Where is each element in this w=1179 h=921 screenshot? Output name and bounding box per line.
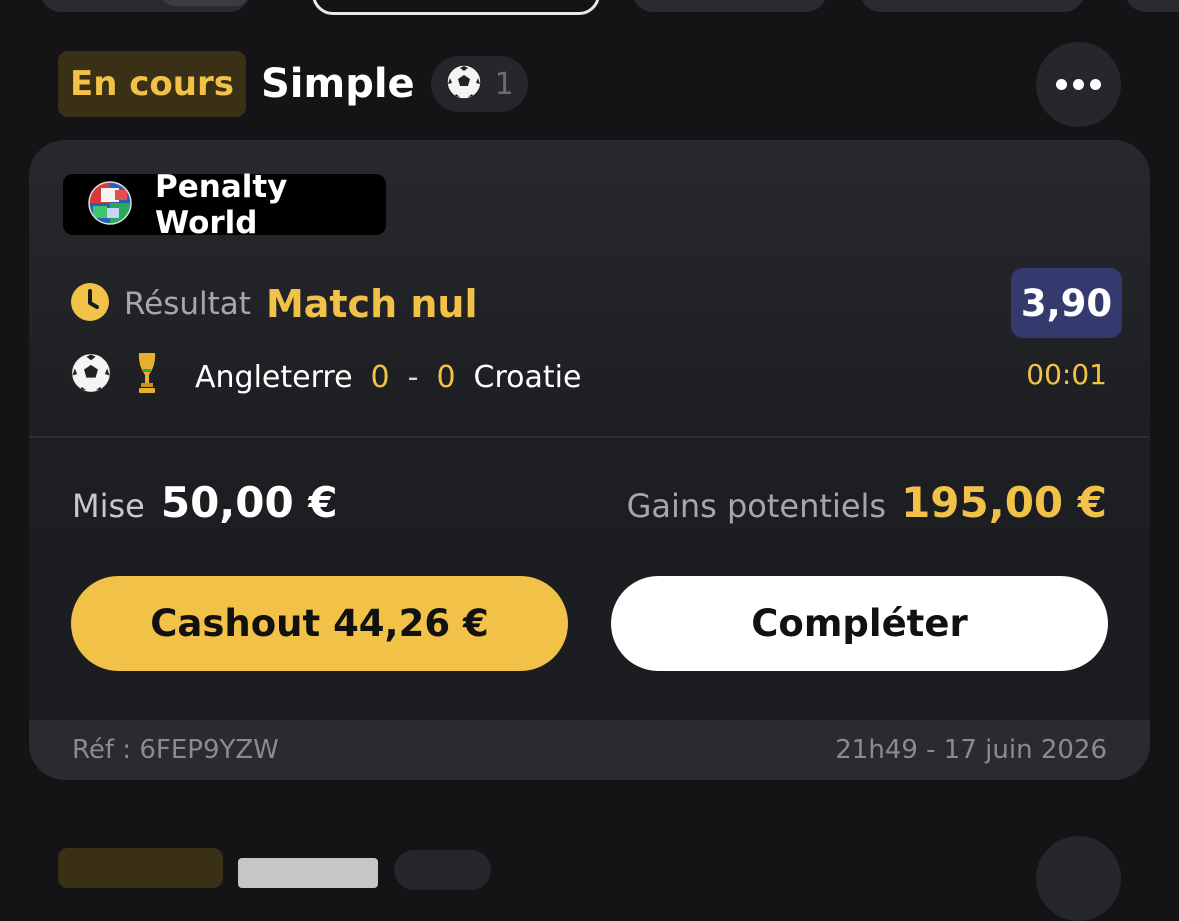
bet-reference: Réf : 6FEP9YZW bbox=[72, 735, 279, 765]
cashout-button[interactable]: Cashout 44,26 € bbox=[71, 576, 568, 671]
divider bbox=[29, 436, 1150, 438]
away-team: Croatie bbox=[473, 359, 582, 395]
stake: Mise 50,00 € bbox=[72, 478, 338, 527]
more-dot bbox=[1073, 79, 1084, 90]
next-bet-type-title bbox=[238, 848, 388, 888]
match-row: Angleterre 0 - 0 Croatie bbox=[69, 351, 582, 403]
more-options-button[interactable] bbox=[1036, 42, 1121, 127]
soccer-ball-icon bbox=[69, 351, 113, 403]
next-selection-count-pill bbox=[394, 850, 491, 890]
bet-header: En cours Simple 1 bbox=[58, 51, 528, 117]
tab-pill[interactable] bbox=[1125, 0, 1179, 12]
selection-count-pill: 1 bbox=[430, 56, 528, 112]
soccer-ball-icon bbox=[445, 63, 483, 105]
more-dot bbox=[1090, 79, 1101, 90]
bet-datetime: 21h49 - 17 juin 2026 bbox=[835, 735, 1107, 765]
match-time: 00:01 bbox=[1026, 358, 1107, 391]
bet-footer: Réf : 6FEP9YZW 21h49 - 17 juin 2026 bbox=[29, 720, 1150, 780]
stake-label: Mise bbox=[72, 487, 145, 525]
complete-button[interactable]: Compléter bbox=[611, 576, 1108, 671]
selection-row: Résultat Match nul bbox=[70, 280, 478, 328]
selection-count: 1 bbox=[494, 66, 514, 102]
score-separator: - bbox=[407, 359, 419, 395]
penalty-world-globe-icon bbox=[87, 180, 133, 230]
tab-pill-active[interactable] bbox=[312, 0, 600, 15]
home-team: Angleterre bbox=[195, 359, 353, 395]
next-status-badge bbox=[58, 848, 223, 888]
game-name: Penalty World bbox=[155, 168, 288, 241]
bet-type-title: Simple bbox=[261, 61, 415, 107]
gains-value: 195,00 € bbox=[901, 478, 1107, 527]
tab-pill[interactable] bbox=[40, 0, 250, 12]
tab-pill[interactable] bbox=[632, 0, 827, 12]
potential-gains: Gains potentiels 195,00 € bbox=[627, 478, 1107, 527]
clock-icon bbox=[70, 282, 110, 326]
next-more-options-button[interactable] bbox=[1036, 836, 1121, 921]
gains-label: Gains potentiels bbox=[626, 487, 887, 525]
more-horizontal-icon bbox=[1056, 79, 1067, 90]
next-title-glyphs bbox=[238, 858, 378, 888]
trophy-icon bbox=[135, 351, 159, 403]
game-tag[interactable]: Penalty World bbox=[63, 169, 386, 241]
tab-pill[interactable] bbox=[860, 0, 1085, 12]
selection-pick: Match nul bbox=[265, 282, 478, 326]
status-badge: En cours bbox=[58, 51, 246, 117]
bet-card: Penalty World Résultat Match nul 3,90 An… bbox=[29, 140, 1150, 780]
market-label: Résultat bbox=[124, 286, 251, 322]
away-score: 0 bbox=[436, 359, 456, 395]
home-score: 0 bbox=[370, 359, 390, 395]
odds-badge: 3,90 bbox=[1011, 268, 1122, 338]
tab-pill-inner bbox=[160, 0, 250, 6]
stake-value: 50,00 € bbox=[160, 478, 338, 527]
